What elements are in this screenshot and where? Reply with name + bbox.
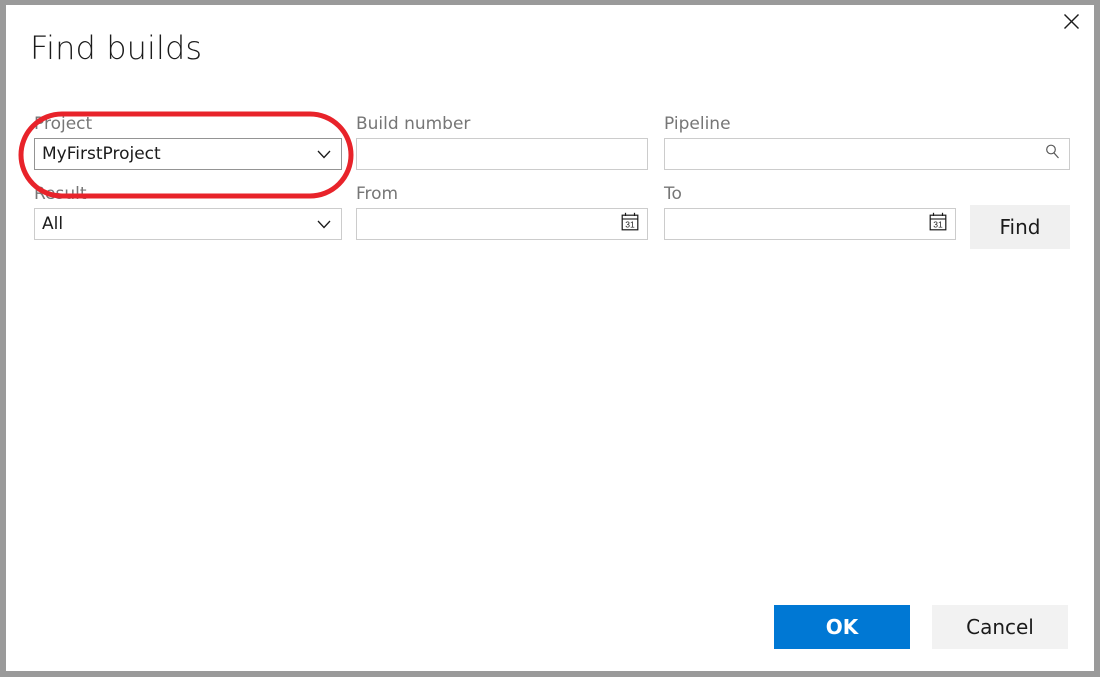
calendar-icon-day: 31 [625,219,635,229]
filter-row-2: Result All From [6,183,1094,253]
field-result: Result All [34,183,342,240]
project-dropdown[interactable]: MyFirstProject [34,138,342,170]
result-dropdown-value: All [42,214,63,234]
field-to-date: To 31 [664,183,956,240]
find-builds-dialog: Find builds Project MyFirstProject Build… [0,0,1100,677]
calendar-icon[interactable]: 31 [621,212,639,236]
build-number-input[interactable] [356,138,648,170]
field-label-pipeline: Pipeline [664,113,1070,135]
to-date-input[interactable]: 31 [664,208,956,240]
chevron-down-icon [315,145,333,163]
search-filters-form: Project MyFirstProject Build number [6,113,1094,253]
search-icon[interactable] [1044,143,1061,165]
field-label-to: To [664,183,956,205]
from-date-input[interactable]: 31 [356,208,648,240]
close-button[interactable] [1048,5,1094,37]
calendar-icon-day: 31 [933,219,943,229]
chevron-down-icon [315,215,333,233]
field-build-number: Build number [356,113,648,170]
close-icon [1063,13,1080,30]
field-label-build-number: Build number [356,113,648,135]
ok-button[interactable]: OK [774,605,910,649]
field-project: Project MyFirstProject [34,113,342,170]
field-label-result: Result [34,183,342,205]
filter-row-1: Project MyFirstProject Build number [6,113,1094,183]
page-title: Find builds [30,29,202,67]
cancel-button[interactable]: Cancel [932,605,1068,649]
pipeline-input[interactable] [664,138,1070,170]
project-dropdown-value: MyFirstProject [42,144,161,164]
field-pipeline: Pipeline [664,113,1070,170]
find-button[interactable]: Find [970,205,1070,249]
field-from-date: From 31 [356,183,648,240]
field-label-from: From [356,183,648,205]
calendar-icon[interactable]: 31 [929,212,947,236]
dialog-footer: OK Cancel [774,605,1068,649]
result-dropdown[interactable]: All [34,208,342,240]
field-label-project: Project [34,113,342,135]
